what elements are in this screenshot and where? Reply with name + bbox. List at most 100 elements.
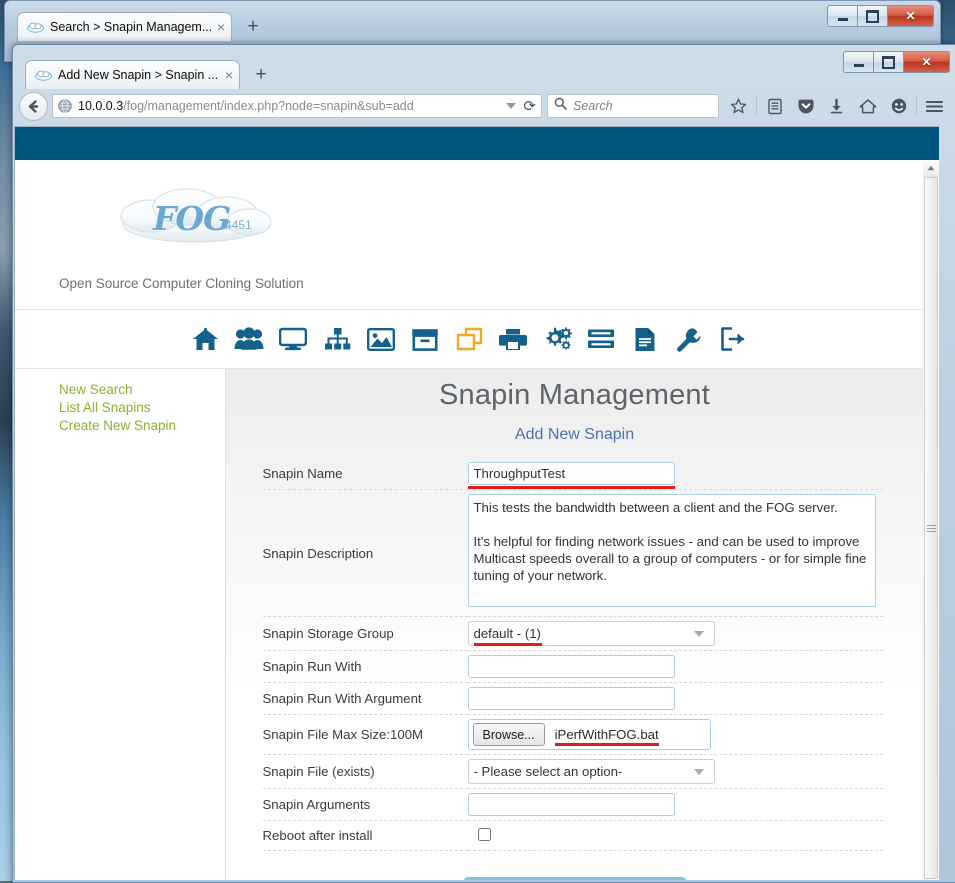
- run-with-input[interactable]: [468, 655, 675, 678]
- background-window-controls: ✕: [827, 5, 934, 27]
- nav-image-picture-icon[interactable]: [366, 324, 396, 354]
- form-row-snapin-name: Snapin Name: [263, 458, 883, 490]
- url-host: 10.0.0.3: [78, 99, 123, 113]
- address-bar-actions: ⟳: [500, 99, 536, 114]
- page-viewport: FOG 4451 Open Source Computer Cloning So…: [14, 126, 939, 880]
- snapin-file-exists-select[interactable]: - Please select an option-: [468, 759, 715, 784]
- toolbar-icons: [723, 93, 950, 119]
- page-content: FOG 4451 Open Source Computer Cloning So…: [15, 160, 923, 880]
- hamburger-menu-icon[interactable]: [919, 93, 950, 119]
- snapin-file-input[interactable]: Browse... iPerfWithFOG.bat: [468, 719, 711, 750]
- url-path: /fog/management/index.php?node=snapin&su…: [123, 99, 414, 113]
- label-snapin-arguments: Snapin Arguments: [263, 789, 468, 821]
- window-controls: ✕: [843, 51, 950, 73]
- label-snapin-name: Snapin Name: [263, 458, 468, 490]
- new-tab-button[interactable]: +: [249, 62, 273, 86]
- nav-service-gears-icon[interactable]: [542, 324, 572, 354]
- background-tab-close-icon[interactable]: ×: [217, 20, 225, 34]
- storage-group-select[interactable]: default - (1): [468, 621, 715, 646]
- downloads-arrow-icon[interactable]: [821, 93, 852, 119]
- background-new-tab-button[interactable]: +: [241, 14, 265, 38]
- browser-toolbar: 10.0.0.3/fog/management/index.php?node=s…: [13, 89, 955, 123]
- form-row-run-with: Snapin Run With: [263, 651, 883, 683]
- add-snapin-form: Snapin Name Snapin Description: [263, 458, 883, 851]
- nav-home-icon[interactable]: [190, 324, 220, 354]
- selected-file-name: iPerfWithFOG.bat: [555, 727, 659, 742]
- main-content: Snapin Management Add New Snapin Snapin …: [225, 369, 923, 880]
- grip-lines-icon: [927, 523, 936, 534]
- reboot-after-install-checkbox[interactable]: [478, 828, 491, 841]
- snapin-name-input[interactable]: [468, 462, 675, 485]
- cloud-icon: [27, 21, 44, 34]
- label-snapin-file: Snapin File Max Size:100M: [263, 715, 468, 755]
- fog-logo[interactable]: FOG 4451: [107, 182, 282, 254]
- search-bar[interactable]: Search: [547, 94, 719, 118]
- snapin-description-textarea[interactable]: [468, 494, 876, 607]
- nav-settings-wrench-icon[interactable]: [674, 324, 704, 354]
- chevron-down-icon[interactable]: [506, 103, 516, 109]
- sidebar-item-new-search[interactable]: New Search: [59, 381, 225, 399]
- snapin-arguments-input[interactable]: [468, 793, 675, 816]
- snapin-file-exists-select-wrap: - Please select an option-: [468, 759, 715, 784]
- nav-logout-icon[interactable]: [718, 324, 748, 354]
- sidebar-item-create-new-snapin[interactable]: Create New Snapin: [59, 417, 225, 435]
- sidebar-item-list-all-snapins[interactable]: List All Snapins: [59, 399, 225, 417]
- tab-close-icon[interactable]: ×: [225, 68, 233, 82]
- nav-users-group-icon[interactable]: [234, 324, 264, 354]
- scroll-up-button[interactable]: [923, 160, 939, 177]
- label-run-with: Snapin Run With: [263, 651, 468, 683]
- pocket-shield-icon[interactable]: [790, 93, 821, 119]
- browse-button[interactable]: Browse...: [473, 723, 545, 746]
- nav-report-document-icon[interactable]: [630, 324, 660, 354]
- form-actions: Add: [255, 877, 895, 880]
- form-row-snapin-file-exists: Snapin File (exists) - Please select an …: [263, 755, 883, 789]
- back-button[interactable]: [19, 92, 48, 121]
- cloud-icon: [35, 69, 52, 82]
- nav-storage-box-icon[interactable]: [410, 324, 440, 354]
- nav-task-list-icon[interactable]: [586, 324, 616, 354]
- label-run-with-argument: Snapin Run With Argument: [263, 683, 468, 715]
- sync-face-icon[interactable]: [883, 93, 914, 119]
- minimize-button[interactable]: [843, 51, 874, 73]
- sidebar: New Search List All Snapins Create New S…: [15, 369, 225, 880]
- background-maximize-button[interactable]: [858, 5, 888, 27]
- reader-list-icon[interactable]: [759, 93, 790, 119]
- nav-host-monitor-icon[interactable]: [278, 324, 308, 354]
- url-text: 10.0.0.3/fog/management/index.php?node=s…: [78, 99, 414, 113]
- nav-printer-icon[interactable]: [498, 324, 528, 354]
- form-row-snapin-description: Snapin Description: [263, 490, 883, 617]
- maximize-button[interactable]: [874, 51, 904, 73]
- label-snapin-file-exists: Snapin File (exists): [263, 755, 468, 789]
- scrollbar-thumb[interactable]: [924, 177, 938, 879]
- fog-logo-text: FOG: [153, 199, 230, 238]
- address-bar[interactable]: 10.0.0.3/fog/management/index.php?node=s…: [52, 94, 542, 118]
- fog-top-banner: [15, 127, 939, 160]
- toolbar-divider-2: [916, 96, 917, 116]
- label-reboot-after-install: Reboot after install: [263, 821, 468, 851]
- browser-window[interactable]: Add New Snapin > Snapin ... × + ✕ 1: [12, 44, 955, 883]
- background-minimize-button[interactable]: [827, 5, 858, 27]
- add-button[interactable]: Add: [464, 877, 686, 880]
- active-tab[interactable]: Add New Snapin > Snapin ... ×: [25, 60, 240, 89]
- vertical-scrollbar[interactable]: [922, 160, 939, 880]
- search-input[interactable]: Search: [573, 99, 613, 113]
- nav-group-network-icon[interactable]: [322, 324, 352, 354]
- search-icon: [554, 97, 567, 115]
- page-title: Snapin Management: [255, 379, 895, 412]
- label-storage-group: Snapin Storage Group: [263, 617, 468, 651]
- close-button[interactable]: ✕: [904, 51, 950, 73]
- form-row-reboot-after-install: Reboot after install: [263, 821, 883, 851]
- reload-icon[interactable]: ⟳: [523, 99, 536, 114]
- form-row-snapin-file: Snapin File Max Size:100M Browse... iPer…: [263, 715, 883, 755]
- background-tab[interactable]: Search > Snapin Managem... ×: [17, 12, 232, 41]
- label-snapin-description: Snapin Description: [263, 490, 468, 617]
- toolbar-divider: [756, 96, 757, 116]
- run-with-argument-input[interactable]: [468, 687, 675, 710]
- main-navigation: [15, 310, 923, 368]
- fog-tagline: Open Source Computer Cloning Solution: [59, 276, 923, 291]
- background-close-button[interactable]: ✕: [888, 5, 934, 27]
- nav-snapin-copy-icon[interactable]: [454, 324, 484, 354]
- page-columns: New Search List All Snapins Create New S…: [15, 369, 923, 880]
- bookmark-star-icon[interactable]: [723, 93, 754, 119]
- home-icon[interactable]: [852, 93, 883, 119]
